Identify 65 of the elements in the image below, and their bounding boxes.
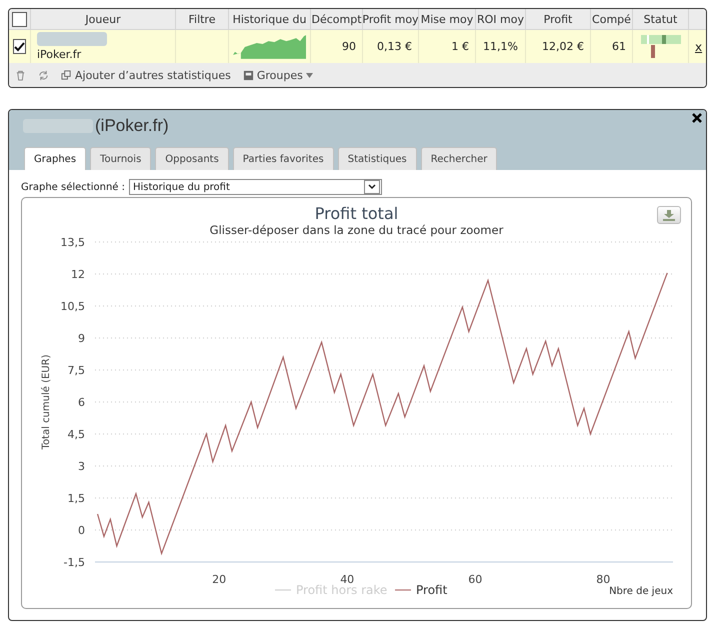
- tab[interactable]: Graphes: [24, 147, 86, 170]
- column-header[interactable]: Joueur: [31, 9, 176, 30]
- x-tick-label: 80: [596, 573, 610, 586]
- chevron-down-icon: [368, 184, 376, 190]
- caret-icon: [306, 72, 313, 78]
- profit-cell: 12,02 €: [526, 30, 591, 63]
- header-cell: [689, 9, 706, 30]
- y-tick-label: 13,5: [60, 237, 84, 249]
- y-tick-label: 9: [78, 332, 84, 345]
- save-icon: [242, 70, 254, 80]
- refresh-icon: [38, 70, 49, 80]
- y-tick-label: -1,5: [63, 556, 84, 569]
- legend-label: Profit: [416, 583, 448, 597]
- y-tick-label: 4,5: [67, 428, 84, 441]
- tab[interactable]: Tournois: [90, 147, 152, 170]
- panel-title: (iPoker.fr): [95, 116, 169, 136]
- column-header[interactable]: Profit moy: [363, 9, 419, 30]
- column-header[interactable]: Compé: [591, 9, 633, 30]
- add-stats-link[interactable]: Ajouter d’autres statistiques: [61, 68, 231, 82]
- graph-select-label: Graphe sélectionné :: [21, 182, 125, 192]
- y-tick-label: 10,5: [60, 300, 84, 313]
- windows-icon: [61, 70, 72, 80]
- compe-cell: 61: [591, 30, 633, 63]
- column-header[interactable]: Mise moy: [419, 9, 476, 30]
- y-tick-label: 12: [70, 268, 84, 281]
- trash-icon: [15, 70, 26, 80]
- close-icon[interactable]: [692, 113, 702, 123]
- y-tick-label: 7,5: [67, 364, 84, 377]
- chart-subtitle: Glisser-déposer dans la zone du tracé pour zoomer: [210, 223, 504, 237]
- column-header[interactable]: Décompt: [311, 9, 363, 30]
- download-button[interactable]: [657, 206, 681, 224]
- chart-title: Profit total: [314, 204, 398, 223]
- status-bars-drawing: [640, 34, 680, 58]
- checkmark-icon: [14, 42, 25, 52]
- x-axis-title: Nbre de jeux: [608, 586, 672, 597]
- tab[interactable]: Opposants: [155, 147, 229, 170]
- avg-stake-cell: 1 €: [419, 30, 476, 63]
- x-tick-label: 60: [468, 573, 482, 586]
- y-tick-label: 1,5: [67, 492, 84, 505]
- avg-profit-cell: 0,13 €: [363, 30, 419, 63]
- x-tick-label: 40: [340, 573, 354, 586]
- remove-link[interactable]: x: [695, 40, 702, 54]
- select-all-checkbox[interactable]: [12, 12, 27, 26]
- graph-select[interactable]: Historique du profit: [129, 179, 382, 195]
- tab[interactable]: Statistiques: [338, 147, 417, 170]
- y-tick-label: 6: [78, 396, 84, 409]
- count-cell: 90: [311, 30, 363, 63]
- column-header[interactable]: Filtre: [176, 9, 229, 30]
- column-header[interactable]: Statut: [633, 9, 689, 30]
- y-tick-label: 0: [78, 524, 84, 537]
- y-axis-title: Total cumulé (EUR): [40, 354, 52, 450]
- column-header[interactable]: ROI moy: [476, 9, 526, 30]
- y-tick-label: 3: [78, 460, 84, 473]
- groups-dropdown[interactable]: Groupes: [242, 68, 313, 82]
- row-checkbox[interactable]: [13, 39, 26, 54]
- blurred-name: [37, 32, 107, 46]
- download-icon: [663, 210, 675, 220]
- roi-cell: 11,1%: [476, 30, 526, 63]
- tab[interactable]: Parties favorites: [232, 147, 334, 170]
- legend-item[interactable]: Profit: [394, 583, 447, 597]
- column-header[interactable]: Profit: [526, 9, 591, 30]
- x-tick-label: 20: [212, 573, 226, 586]
- column-header[interactable]: Historique du: [229, 9, 311, 30]
- player-site: iPoker.fr: [37, 48, 82, 61]
- tab[interactable]: Rechercher: [420, 147, 498, 170]
